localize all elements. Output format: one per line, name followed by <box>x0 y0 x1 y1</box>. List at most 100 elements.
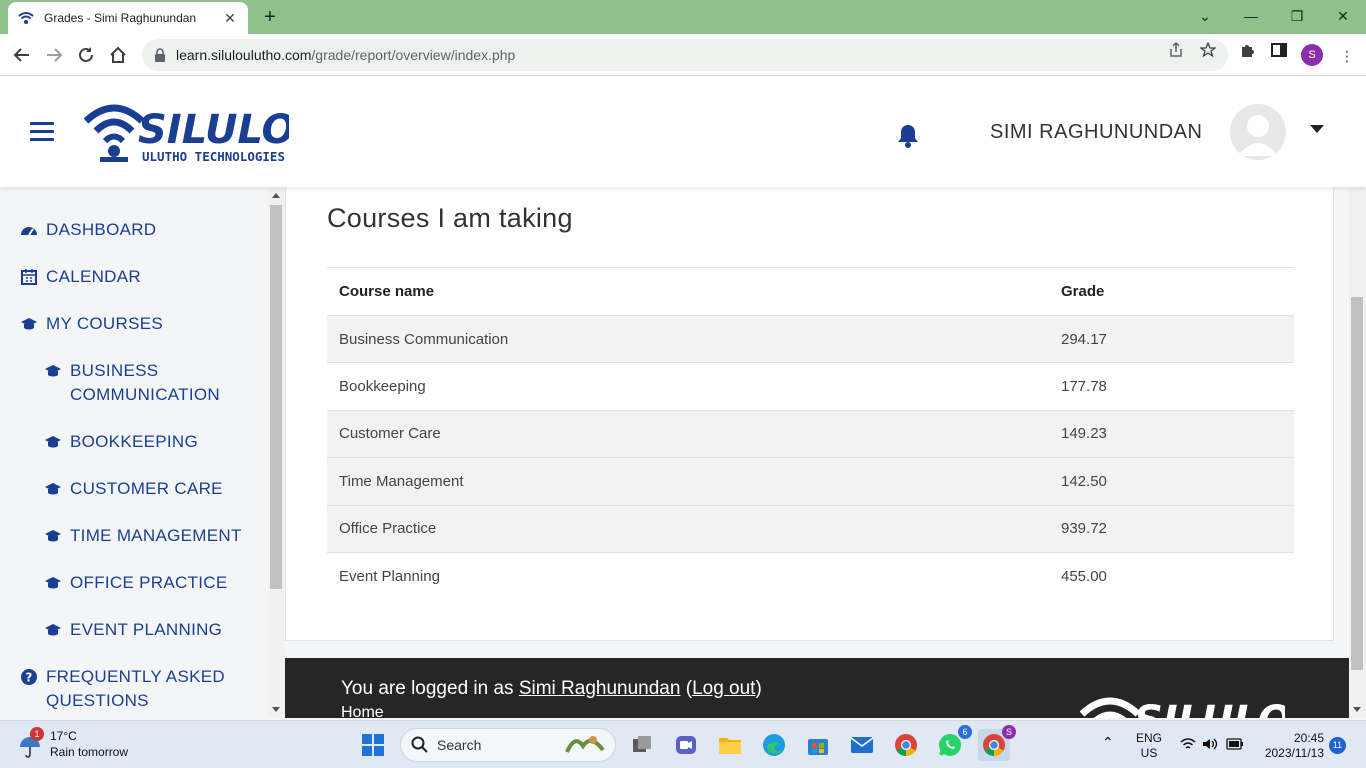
footer-silulo-logo: SILULO <box>1080 697 1285 718</box>
page-scroll-thumb[interactable] <box>1351 297 1363 670</box>
sidebar-item-dashboard[interactable]: DASHBOARD <box>20 218 156 242</box>
tab-title: Grades - Simi Raghunundan <box>44 11 197 25</box>
language-indicator[interactable]: ENG US <box>1136 731 1162 761</box>
file-explorer-button[interactable] <box>714 729 746 761</box>
edge-button[interactable] <box>758 729 790 761</box>
bookmark-star-icon[interactable] <box>1200 42 1216 58</box>
sidebar-item-label: CUSTOMER CARE <box>70 479 223 498</box>
sidebar-item-calendar[interactable]: CALENDAR <box>20 265 141 289</box>
start-button[interactable] <box>357 729 389 761</box>
notification-center-badge[interactable]: 11 <box>1329 737 1346 754</box>
page-footer: You are logged in as Simi Raghunundan (L… <box>285 658 1349 718</box>
course-name-link[interactable]: Business Communication <box>327 314 1049 363</box>
column-header-grade[interactable]: Grade <box>1049 267 1294 316</box>
grades-table: Course name Grade Business Communication… <box>327 267 1294 600</box>
sidebar-item-my-courses[interactable]: MY COURSES <box>20 312 163 336</box>
share-icon[interactable] <box>1168 42 1184 58</box>
hamburger-line <box>30 122 54 125</box>
course-name-link[interactable]: Time Management <box>327 457 1049 506</box>
mail-button[interactable] <box>846 729 878 761</box>
weather-temp: 17°C <box>50 729 77 743</box>
sidebar-item-event-planning[interactable]: EVENT PLANNING <box>44 618 222 642</box>
user-avatar[interactable] <box>1230 104 1286 160</box>
grade-value: 149.23 <box>1049 409 1294 458</box>
sidebar-scroll-thumb[interactable] <box>270 205 282 589</box>
course-name-link[interactable]: Event Planning <box>327 551 1049 600</box>
sidebar-item-label: EVENT PLANNING <box>70 620 223 639</box>
wifi-icon[interactable] <box>1180 737 1196 751</box>
graduation-cap-icon <box>45 530 61 542</box>
extensions-puzzle-icon[interactable] <box>1240 42 1256 58</box>
whatsapp-button[interactable]: 6 <box>934 725 972 761</box>
column-header-course[interactable]: Course name <box>327 267 1049 316</box>
user-menu-caret-icon[interactable] <box>1310 125 1324 133</box>
close-window-button[interactable]: ✕ <box>1320 4 1366 28</box>
svg-text:?: ? <box>25 671 32 685</box>
weather-widget[interactable]: 1 17°C Rain tomorrow <box>14 727 164 763</box>
home-icon <box>110 46 126 63</box>
sidebar-item-business-communication[interactable]: BUSINESS COMMUNICATION <box>44 359 244 407</box>
course-name-link[interactable]: Office Practice <box>327 504 1049 553</box>
volume-icon[interactable] <box>1202 737 1218 751</box>
profile-avatar[interactable]: S <box>1301 44 1323 66</box>
clock[interactable]: 20:45 2023/11/13 <box>1258 731 1324 761</box>
address-bar[interactable]: learn.siluloulutho.com/grade/report/over… <box>142 39 1228 71</box>
course-name-link[interactable]: Customer Care <box>327 409 1049 458</box>
chrome-button[interactable] <box>890 729 922 761</box>
chrome-profile-button[interactable]: S <box>978 725 1016 761</box>
sidebar-scrollbar[interactable] <box>268 187 285 718</box>
reload-icon <box>79 47 93 62</box>
microsoft-store-button[interactable] <box>802 729 834 761</box>
tab-search-icon[interactable]: ⌄ <box>1182 4 1228 28</box>
tab-close-icon[interactable]: ✕ <box>222 10 238 26</box>
weather-alert-badge: 1 <box>30 727 44 741</box>
sidebar-item-label: CALENDAR <box>46 267 141 286</box>
chrome-active-icon <box>983 734 1005 756</box>
battery-icon[interactable] <box>1226 738 1244 750</box>
sidebar-item-faq[interactable]: ? FREQUENTLY ASKED QUESTIONS <box>20 665 250 713</box>
forward-button[interactable] <box>42 43 66 67</box>
url-host: learn.siluloulutho.com <box>176 47 312 63</box>
new-tab-button[interactable]: + <box>258 6 282 30</box>
footer-home-link[interactable]: Home <box>341 704 384 718</box>
reload-button[interactable] <box>74 43 98 67</box>
table-row: Office Practice 939.72 <box>327 504 1294 553</box>
folder-icon <box>719 738 741 754</box>
page-scroll-down-arrow-icon[interactable] <box>1353 707 1361 712</box>
sidebar-item-bookkeeping[interactable]: BOOKKEEPING <box>44 430 198 454</box>
windows-taskbar: 1 17°C Rain tomorrow Search 6 S ⌃ ENG US… <box>0 720 1366 768</box>
chrome-profile-badge: S <box>1002 725 1016 739</box>
sidebar-item-time-management[interactable]: TIME MANAGEMENT <box>44 524 242 548</box>
user-name[interactable]: SIMI RAGHUNUNDAN <box>990 121 1202 144</box>
notification-bell-icon[interactable] <box>896 123 920 149</box>
scroll-down-arrow-icon[interactable] <box>272 707 280 712</box>
scroll-up-arrow-icon[interactable] <box>272 193 280 198</box>
dashboard-icon <box>21 227 37 236</box>
tray-overflow-chevron-icon[interactable]: ⌃ <box>1102 735 1114 750</box>
task-view-button[interactable] <box>626 729 658 761</box>
course-name-link[interactable]: Bookkeeping <box>327 362 1049 411</box>
side-panel-icon[interactable] <box>1271 42 1287 58</box>
logo-main-text: SILULO <box>138 107 289 153</box>
search-icon <box>411 736 428 753</box>
home-button[interactable] <box>106 43 130 67</box>
back-button[interactable] <box>10 43 34 67</box>
restore-button[interactable]: ❐ <box>1274 4 1320 28</box>
browser-tab[interactable]: Grades - Simi Raghunundan ✕ <box>8 2 248 34</box>
profile-link[interactable]: Simi Raghunundan <box>519 678 681 699</box>
silulo-logo[interactable]: SILULO ULUTHO TECHNOLOGIES <box>83 99 296 165</box>
grade-value: 294.17 <box>1049 314 1294 363</box>
taskbar-search[interactable]: Search <box>400 728 616 762</box>
sidebar-item-customer-care[interactable]: CUSTOMER CARE <box>44 477 223 501</box>
table-row: Time Management 142.50 <box>327 457 1294 506</box>
graduation-cap-icon <box>21 318 37 330</box>
sidebar-item-office-practice[interactable]: OFFICE PRACTICE <box>44 571 228 595</box>
hamburger-menu-button[interactable] <box>30 122 54 142</box>
table-row: Event Planning 455.00 <box>327 551 1294 600</box>
browser-menu-icon[interactable]: ⋮ <box>1340 48 1354 65</box>
teams-chat-button[interactable] <box>670 729 702 761</box>
minimize-button[interactable]: — <box>1228 4 1274 28</box>
login-info-text: You are logged in as <box>341 678 519 699</box>
logout-link[interactable]: Log out <box>692 678 755 699</box>
video-chat-icon <box>676 736 696 754</box>
